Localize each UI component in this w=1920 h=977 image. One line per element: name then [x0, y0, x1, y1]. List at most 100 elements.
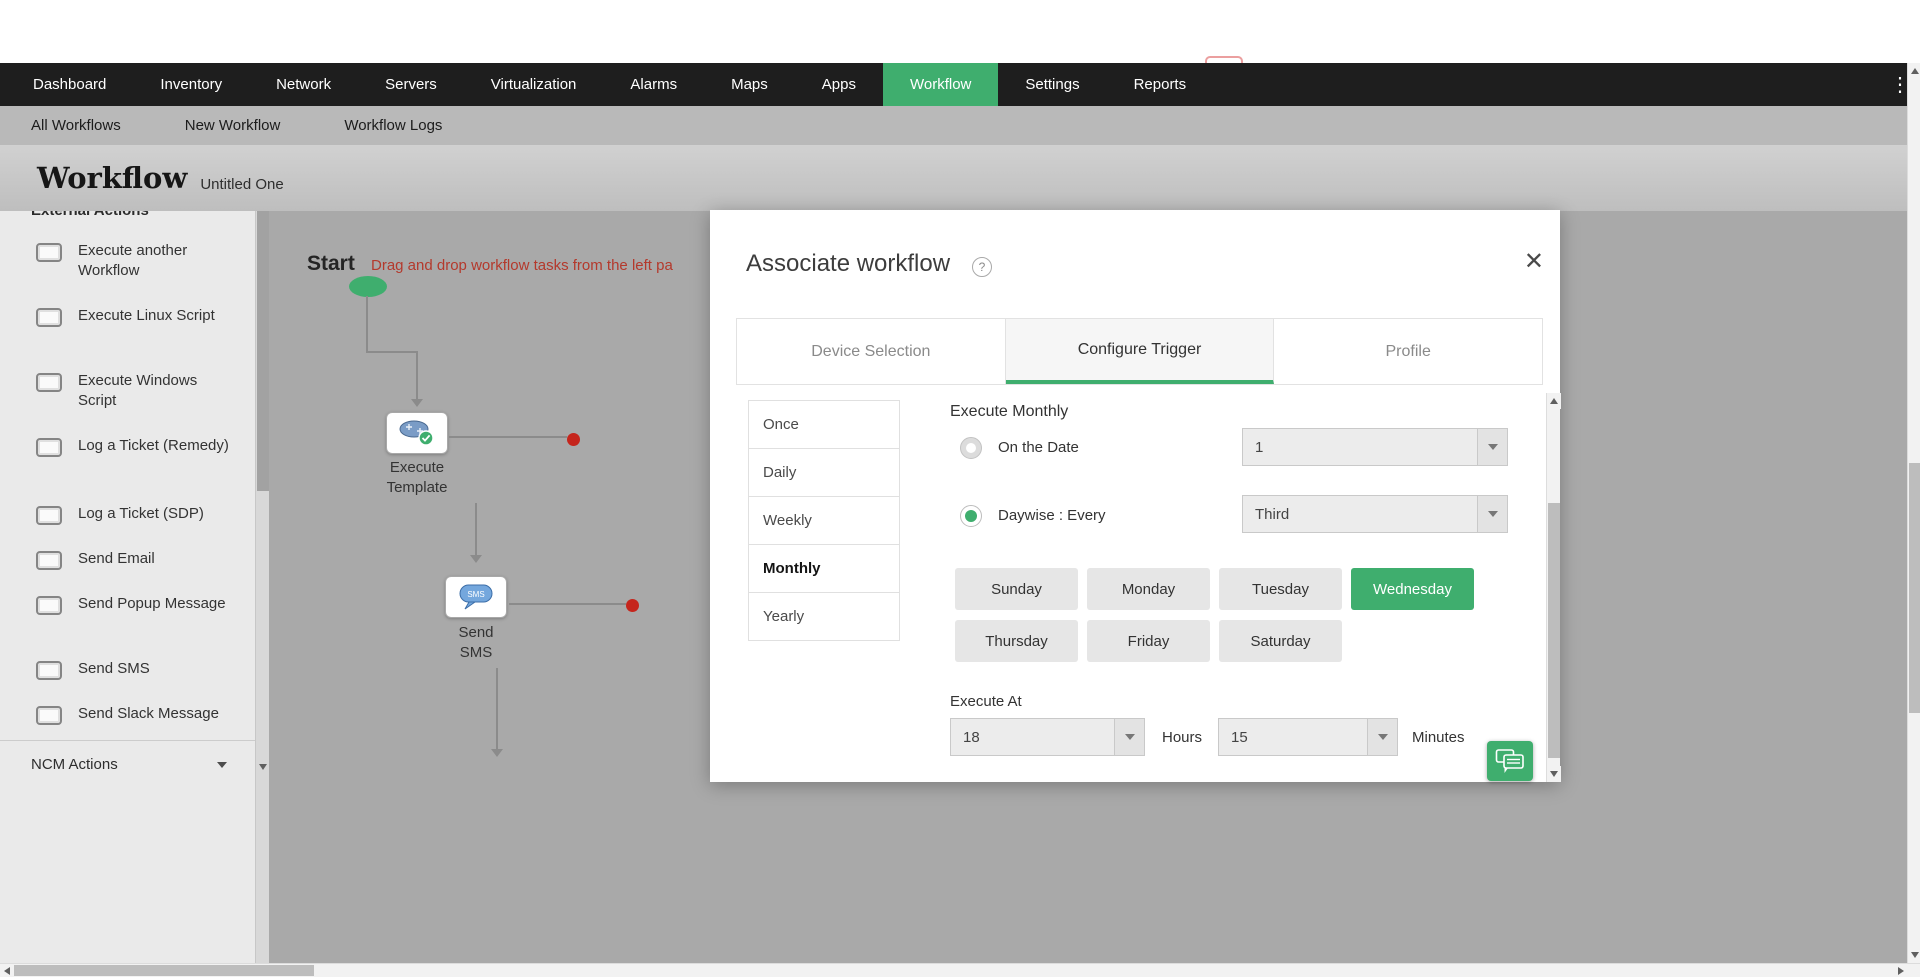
sidebar-item-send-slack-message[interactable]: Send Slack Message: [36, 704, 238, 725]
page-scroll-down-button[interactable]: [1908, 947, 1920, 963]
close-icon[interactable]: ✕: [1524, 250, 1544, 274]
connection-endpoint-dot[interactable]: [567, 433, 580, 446]
node-label-line: Send: [458, 624, 494, 641]
schedule-tab-yearly[interactable]: Yearly: [748, 592, 900, 641]
day-button-thursday[interactable]: Thursday: [955, 620, 1078, 662]
page-horizontal-scrollbar[interactable]: [0, 963, 1920, 977]
dropdown-caret-icon[interactable]: [1367, 719, 1397, 755]
day-button-sunday[interactable]: Sunday: [955, 568, 1078, 610]
sidebar-item-send-email[interactable]: Send Email: [36, 549, 238, 570]
action-box-icon: [36, 373, 62, 392]
nav-item-reports[interactable]: Reports: [1107, 63, 1214, 106]
tab-profile[interactable]: Profile: [1274, 319, 1543, 384]
subnav-all-workflows[interactable]: All Workflows: [31, 117, 121, 134]
node-label-send-sms: Send SMS: [416, 623, 536, 663]
radio-daywise[interactable]: [960, 505, 982, 527]
triangle-right-icon: [1897, 966, 1904, 975]
sidebar-item-send-popup-message[interactable]: Send Popup Message: [36, 594, 238, 615]
dropdown-date-value: 1: [1255, 438, 1264, 456]
start-label: Start: [307, 252, 355, 275]
node-execute-template[interactable]: [386, 412, 448, 454]
chat-button[interactable]: [1487, 741, 1533, 781]
connector-arrow-icon: [411, 399, 423, 407]
nav-item-virtualization[interactable]: Virtualization: [464, 63, 604, 106]
action-box-icon: [36, 438, 62, 457]
day-button-friday[interactable]: Friday: [1087, 620, 1210, 662]
dropdown-date[interactable]: 1: [1242, 428, 1508, 466]
sidebar-section-label: NCM Actions: [31, 756, 118, 773]
sidebar-item-send-sms[interactable]: Send SMS: [36, 659, 238, 680]
dropdown-minutes[interactable]: 15: [1218, 718, 1398, 756]
day-button-saturday[interactable]: Saturday: [1219, 620, 1342, 662]
node-send-sms[interactable]: SMS: [445, 576, 507, 618]
subnav-workflow-logs[interactable]: Workflow Logs: [344, 117, 442, 134]
connector-line: [366, 296, 368, 352]
sub-nav: All Workflows New Workflow Workflow Logs: [0, 106, 1907, 145]
page-vertical-scrollbar[interactable]: [1907, 63, 1920, 963]
page-scroll-left-button[interactable]: [0, 964, 13, 977]
sidebar-item-execute-windows-script[interactable]: Execute Windows Script: [36, 371, 238, 411]
day-button-wednesday[interactable]: Wednesday: [1351, 568, 1474, 610]
modal-scroll-up-button[interactable]: [1547, 393, 1561, 409]
dropdown-caret-icon[interactable]: [1477, 429, 1507, 465]
radio-on-the-date[interactable]: [960, 437, 982, 459]
schedule-tab-list: Once Daily Weekly Monthly Yearly: [748, 400, 900, 641]
nav-item-alarms[interactable]: Alarms: [603, 63, 704, 106]
sidebar-item-execute-another-workflow[interactable]: Execute another Workflow: [36, 241, 238, 281]
schedule-tab-once[interactable]: Once: [748, 400, 900, 449]
execute-at-label: Execute At: [950, 693, 1022, 710]
page-horizontal-scrollbar-thumb[interactable]: [14, 965, 314, 976]
triangle-down-icon: [1910, 952, 1919, 958]
modal-scroll-down-button[interactable]: [1547, 766, 1561, 782]
radio-on-the-date-label: On the Date: [998, 439, 1079, 456]
subnav-new-workflow[interactable]: New Workflow: [185, 117, 281, 134]
day-button-tuesday[interactable]: Tuesday: [1219, 568, 1342, 610]
dropdown-daywise-position[interactable]: Third: [1242, 495, 1508, 533]
screen: Dashboard Inventory Network Servers Virt…: [0, 0, 1920, 977]
schedule-tab-daily[interactable]: Daily: [748, 448, 900, 497]
modal-scrollbar[interactable]: [1546, 393, 1561, 782]
page-vertical-scrollbar-thumb[interactable]: [1909, 463, 1920, 713]
page-scroll-up-button[interactable]: [1908, 63, 1920, 79]
sidebar-scrollbar-thumb[interactable]: [257, 211, 269, 491]
sidebar-item-label: Log a Ticket (SDP): [78, 505, 204, 522]
associate-workflow-modal: Associate workflow ? ✕ Device Selection …: [710, 210, 1561, 782]
nav-item-network[interactable]: Network: [249, 63, 358, 106]
title-bar: Workflow Untitled One: [0, 145, 1907, 211]
nav-item-settings[interactable]: Settings: [998, 63, 1106, 106]
nav-item-dashboard[interactable]: Dashboard: [6, 63, 133, 106]
triangle-up-icon: [1550, 398, 1558, 404]
schedule-tab-weekly[interactable]: Weekly: [748, 496, 900, 545]
nav-item-inventory[interactable]: Inventory: [133, 63, 249, 106]
modal-scrollbar-thumb[interactable]: [1548, 503, 1560, 758]
sidebar-item-label: Log a Ticket (Remedy): [78, 437, 229, 454]
hours-label: Hours: [1162, 729, 1203, 746]
tab-device-selection[interactable]: Device Selection: [737, 319, 1006, 384]
nav-item-servers[interactable]: Servers: [358, 63, 464, 106]
day-button-monday[interactable]: Monday: [1087, 568, 1210, 610]
page-scroll-right-button[interactable]: [1894, 964, 1907, 977]
sms-icon-text: SMS: [467, 590, 484, 599]
sidebar-item-label: Send SMS: [78, 660, 150, 677]
sidebar-item-execute-linux-script[interactable]: Execute Linux Script: [36, 306, 238, 327]
action-box-icon: [36, 661, 62, 680]
sidebar-item-log-ticket-sdp[interactable]: Log a Ticket (SDP): [36, 504, 238, 525]
help-icon[interactable]: ?: [972, 257, 992, 277]
schedule-tab-monthly[interactable]: Monthly: [748, 544, 900, 593]
sidebar-item-log-ticket-remedy[interactable]: Log a Ticket (Remedy): [36, 436, 238, 457]
dropdown-hours[interactable]: 18: [950, 718, 1145, 756]
sidebar-section-ncm-actions[interactable]: NCM Actions: [0, 740, 255, 788]
sidebar-scrollbar[interactable]: [255, 211, 270, 963]
nav-item-workflow[interactable]: Workflow: [882, 63, 999, 106]
dropdown-caret-icon[interactable]: [1477, 496, 1507, 532]
connection-endpoint-dot[interactable]: [626, 599, 639, 612]
sidebar-scroll-down-button[interactable]: [256, 759, 270, 775]
start-node[interactable]: [349, 276, 387, 297]
dropdown-caret-icon[interactable]: [1114, 719, 1144, 755]
nav-item-maps[interactable]: Maps: [704, 63, 795, 106]
tab-configure-trigger[interactable]: Configure Trigger: [1005, 319, 1275, 384]
connector-line: [449, 436, 567, 438]
nav-item-apps[interactable]: Apps: [795, 63, 883, 106]
connector-arrow-icon: [470, 555, 482, 563]
canvas-hint-text: Drag and drop workflow tasks from the le…: [371, 257, 673, 274]
